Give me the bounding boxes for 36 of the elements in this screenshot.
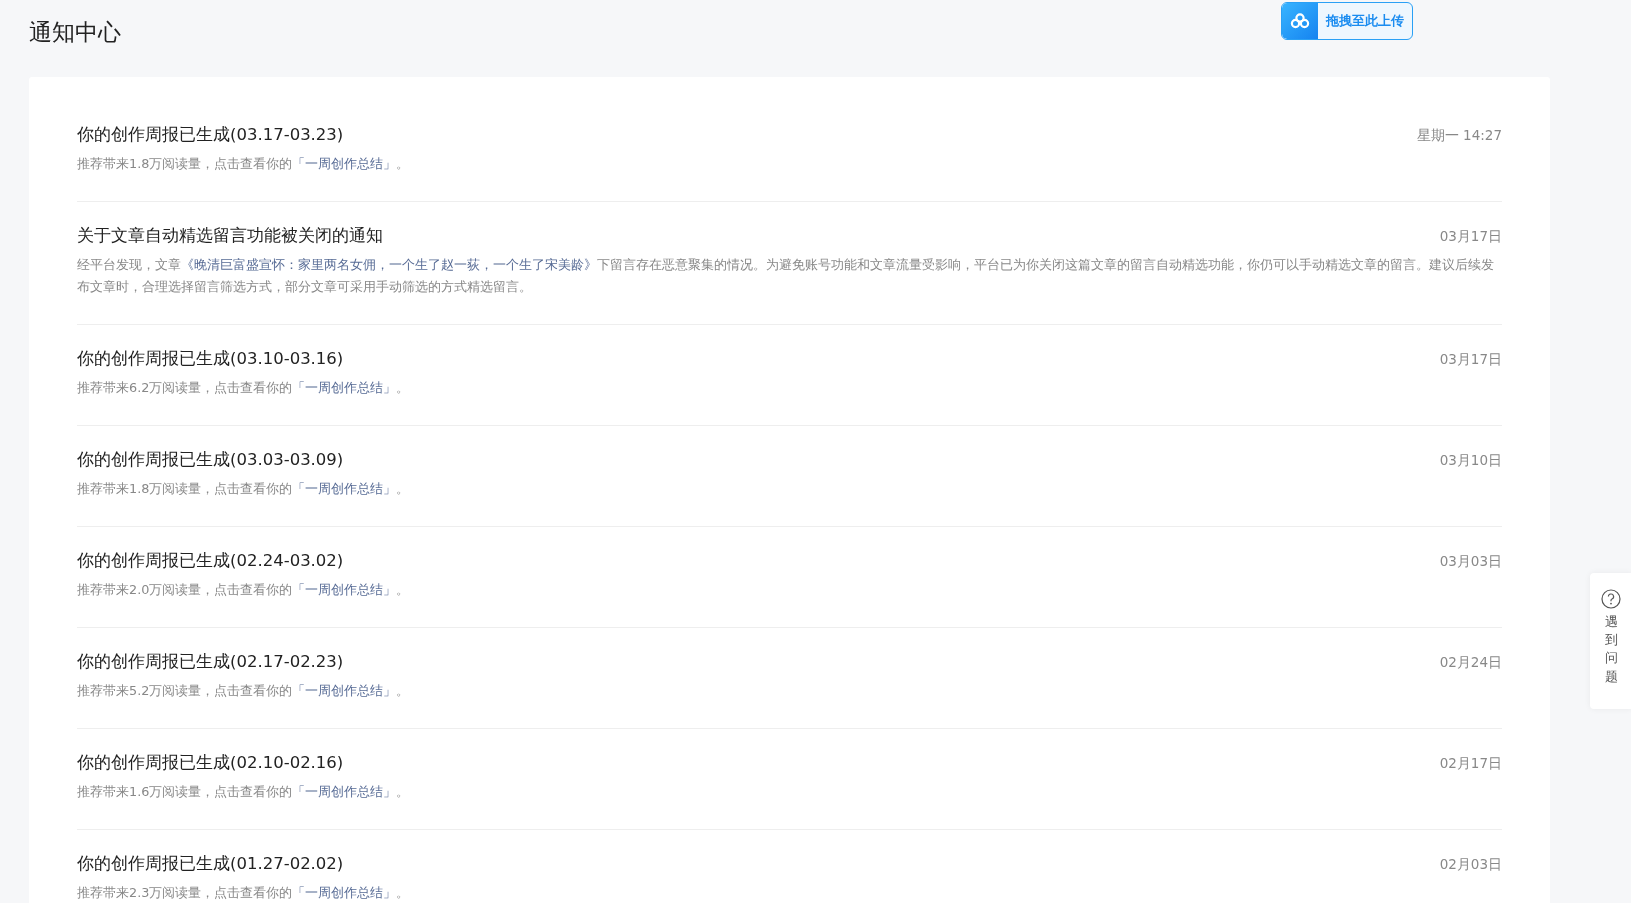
notification-title[interactable]: 你的创作周报已生成(02.17-02.23) bbox=[77, 650, 344, 674]
notification-title[interactable]: 关于文章自动精选留言功能被关闭的通知 bbox=[77, 224, 383, 248]
link[interactable]: 「一周创作总结」 bbox=[292, 380, 397, 395]
notification-time: 02月24日 bbox=[1439, 653, 1502, 672]
link[interactable]: 「一周创作总结」 bbox=[292, 481, 397, 496]
notification-description: 推荐带来1.6万阅读量，点击查看你的「一周创作总结」。 bbox=[77, 783, 411, 801]
link[interactable]: 「一周创作总结」 bbox=[292, 582, 397, 597]
notification-time: 03月17日 bbox=[1439, 350, 1502, 369]
link[interactable]: 「一周创作总结」 bbox=[292, 784, 397, 799]
notification-title[interactable]: 你的创作周报已生成(03.10-03.16) bbox=[77, 347, 344, 371]
notification-description: 推荐带来5.2万阅读量，点击查看你的「一周创作总结」。 bbox=[77, 682, 411, 700]
notification-time: 03月17日 bbox=[1439, 227, 1502, 246]
notification-description: 推荐带来6.2万阅读量，点击查看你的「一周创作总结」。 bbox=[77, 379, 411, 397]
notification-title[interactable]: 你的创作周报已生成(03.17-03.23) bbox=[77, 123, 344, 147]
notification-title[interactable]: 你的创作周报已生成(01.27-02.02) bbox=[77, 852, 344, 876]
help-icon bbox=[1601, 589, 1621, 609]
link[interactable]: 「一周创作总结」 bbox=[292, 885, 397, 900]
link[interactable]: 「一周创作总结」 bbox=[292, 156, 397, 171]
notification-title[interactable]: 你的创作周报已生成(02.24-03.02) bbox=[77, 549, 344, 573]
link[interactable]: 《晚清巨富盛宣怀：家里两名女佣，一个生了赵一荻，一个生了宋美龄》 bbox=[181, 257, 597, 272]
notification-time: 02月03日 bbox=[1439, 855, 1502, 874]
help-tab[interactable]: 遇到问题 bbox=[1590, 573, 1631, 709]
notification-time: 03月10日 bbox=[1439, 451, 1502, 470]
notification-description: 推荐带来1.8万阅读量，点击查看你的「一周创作总结」。 bbox=[77, 480, 411, 498]
notification-title[interactable]: 你的创作周报已生成(03.03-03.09) bbox=[77, 448, 344, 472]
page-title: 通知中心 bbox=[29, 18, 121, 47]
link[interactable]: 「一周创作总结」 bbox=[292, 683, 397, 698]
notification-title[interactable]: 你的创作周报已生成(02.10-02.16) bbox=[77, 751, 344, 775]
notification-time: 02月17日 bbox=[1439, 754, 1502, 773]
notification-time: 03月03日 bbox=[1439, 552, 1502, 571]
notification-description: 经平台发现，文章《晚清巨富盛宣怀：家里两名女佣，一个生了赵一荻，一个生了宋美龄》下留言存在恶意聚集的情况。为避免账号功能和文章流量受影响，平台已为你关闭这篇文章的留言自动精选功能，你仍可以手动精选文章的留言。建议后续发布文章时，合理选择留言筛选方式，部分文章可采用手动筛选的方式精选留言。 bbox=[77, 256, 1495, 296]
notification-description: 推荐带来2.0万阅读量，点击查看你的「一周创作总结」。 bbox=[77, 581, 411, 599]
cloud-icon bbox=[1290, 13, 1310, 29]
notification-time: 星期一 14:27 bbox=[1416, 126, 1502, 145]
notification-description: 推荐带来1.8万阅读量，点击查看你的「一周创作总结」。 bbox=[77, 155, 411, 173]
notification-description: 推荐带来2.3万阅读量，点击查看你的「一周创作总结」。 bbox=[77, 884, 411, 902]
